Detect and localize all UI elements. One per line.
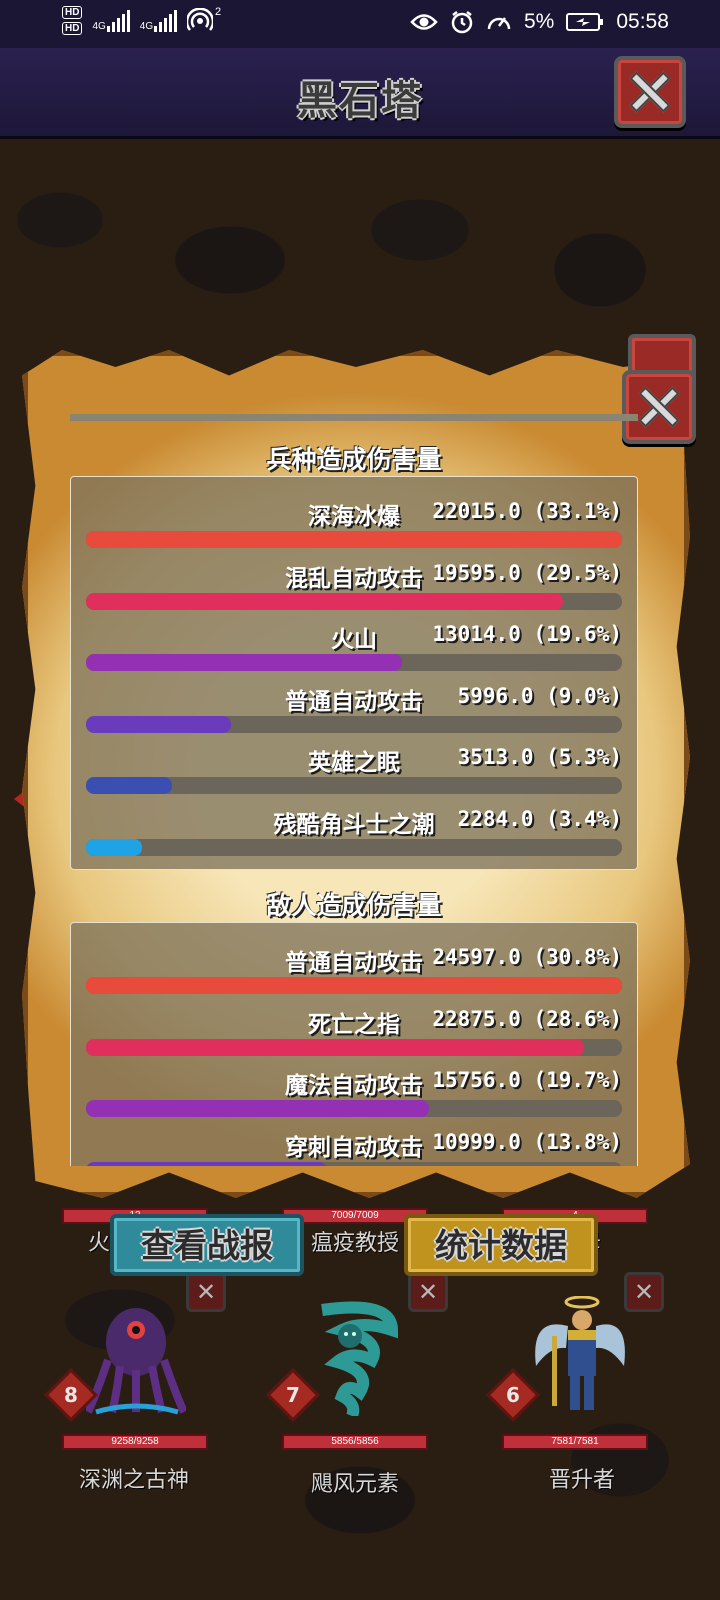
header-bar: 黑石塔 <box>0 48 720 139</box>
hd-badge-1: HD <box>62 6 83 19</box>
hero-2-hp: 5856/5856 <box>282 1434 428 1450</box>
hero-sprite-ascendant[interactable] <box>530 1295 630 1416</box>
enemy-damage-bar-fill <box>86 1038 585 1056</box>
hotspot-count: 2 <box>215 5 222 18</box>
enemy-damage-bar-track <box>86 977 622 994</box>
enemy-damage-bar-fill <box>86 977 622 994</box>
enemy-damage-panel: 普通自动攻击 24597.0 (30.8%) 死亡之指 22875.0 (28.6%)… <box>70 922 638 1166</box>
battery-percent: 5% <box>524 10 555 33</box>
enemy-damage-bar-track <box>86 1100 622 1117</box>
unit-damage-value: 22015.0 (33.1%) <box>432 499 622 523</box>
enemy-damage-bar-track <box>86 1161 622 1166</box>
enemy-damage-row: 普通自动攻击 24597.0 (30.8%) <box>86 943 622 1003</box>
remove-hero-2-button[interactable]: ✕ <box>408 1272 448 1312</box>
close-window-button[interactable] <box>614 56 686 128</box>
signal-bars-1-icon <box>106 9 130 32</box>
unit-damage-row: 混乱自动攻击 19595.0 (29.5%) <box>86 559 622 619</box>
enemy-damage-value: 10999.0 (13.8%) <box>432 1129 622 1154</box>
enemy-damage-title: 敌人造成伤害量 <box>266 891 442 920</box>
status-bar: HD HD 4G 4G 2 5% 05:58 <box>0 0 720 48</box>
hero-1-level: 8 <box>64 1383 78 1407</box>
battery-icon <box>566 13 604 31</box>
network-label-1: 4G <box>92 20 106 32</box>
unit-damage-bar-fill <box>86 531 622 548</box>
hero-2-name: 飓风元素 <box>310 1472 399 1497</box>
hotspot-icon: 2 <box>185 6 221 34</box>
enemy-damage-bar-fill <box>86 1100 430 1117</box>
alarm-icon <box>451 11 473 34</box>
hero-3-hp: 7581/7581 <box>502 1434 648 1450</box>
eye-icon <box>410 14 438 30</box>
stats-scroll-area[interactable]: 兵种造成伤害量 深海冰爆 22015.0 (33.1%) 混乱自动攻击 19595.0… <box>70 414 638 1166</box>
close-icon: ✕ <box>195 1278 217 1306</box>
unit-damage-row: 深海冰爆 22015.0 (33.1%) <box>86 497 622 557</box>
hero-1-name: 深渊之古神 <box>78 1468 189 1493</box>
enemy-damage-value: 15756.0 (19.7%) <box>432 1068 622 1092</box>
close-icon <box>637 385 681 429</box>
unit-damage-bar-track <box>86 531 622 548</box>
unit-damage-bar-track <box>86 592 622 610</box>
enemy-damage-value: 24597.0 (30.8%) <box>432 945 622 969</box>
hero-2-level: 7 <box>286 1383 300 1407</box>
unit-damage-bar-fill <box>86 592 564 610</box>
speedometer-icon <box>487 17 511 30</box>
unit-damage-row: 火山 13014.0 (19.6%) <box>86 620 622 680</box>
unit-damage-bar-fill <box>86 654 403 671</box>
hero-sprite-hurricane-elemental[interactable] <box>302 1300 408 1419</box>
unit-damage-title: 兵种造成伤害量 <box>266 445 442 474</box>
signal-1: 4G <box>92 9 130 32</box>
hd-indicators: HD HD <box>62 6 83 35</box>
clock: 05:58 <box>616 10 669 33</box>
close-icon: ✕ <box>417 1278 439 1306</box>
unit-damage-bar-track <box>86 715 622 733</box>
close-icon <box>628 70 672 114</box>
unit-damage-row: 普通自动攻击 5996.0 (9.0%) <box>86 682 622 742</box>
status-left: HD HD 4G 4G 2 <box>62 6 221 35</box>
status-right: 5% 05:58 <box>410 10 669 34</box>
unit-damage-bar-fill <box>86 838 143 856</box>
unit-damage-value: 3513.0 (5.3%) <box>457 745 622 769</box>
hero-3-name: 晋升者 <box>548 1468 615 1493</box>
hd-badge-2: HD <box>62 22 83 35</box>
unit-damage-row: 英雄之眠 3513.0 (5.3%) <box>86 743 622 803</box>
hero-3-level: 6 <box>506 1383 520 1407</box>
enemy-damage-bar-fill <box>86 1161 328 1166</box>
unit-damage-bar-track <box>86 838 622 856</box>
enemy-damage-row: 死亡之指 22875.0 (28.6%) <box>86 1005 622 1065</box>
enemy-damage-row: 魔法自动攻击 15756.0 (19.7%) <box>86 1066 622 1126</box>
enemy-damage-bar-track <box>86 1038 622 1056</box>
hero-sprite-ancient-god[interactable] <box>84 1300 188 1416</box>
unit-damage-panel: 深海冰爆 22015.0 (33.1%) 混乱自动攻击 19595.0 (29.5%)… <box>70 476 638 870</box>
unit-damage-bar-track <box>86 777 622 794</box>
remove-hero-1-button[interactable]: ✕ <box>186 1272 226 1312</box>
network-label-2: 4G <box>139 20 154 32</box>
battle-report-button[interactable]: 查看战报 <box>110 1214 304 1276</box>
statistics-button[interactable]: 统计数据 <box>404 1214 598 1276</box>
close-icon: ✕ <box>633 1278 655 1306</box>
hero-1-hp: 9258/9258 <box>62 1434 208 1450</box>
enemy-damage-row: 穿刺自动攻击 10999.0 (13.8%) <box>86 1128 622 1166</box>
unit-damage-bar-fill <box>86 715 231 733</box>
unit-damage-bar-fill <box>86 777 172 794</box>
unit-damage-value: 19595.0 (29.5%) <box>432 560 622 585</box>
unit-damage-bar-track <box>86 654 622 671</box>
unit-damage-value: 5996.0 (9.0%) <box>457 683 622 708</box>
unit-damage-row: 残酷角斗士之潮 2284.0 (3.4%) <box>86 805 622 865</box>
unit-damage-value: 2284.0 (3.4%) <box>457 806 622 831</box>
enemy-damage-value: 22875.0 (28.6%) <box>432 1006 622 1031</box>
page-title: 黑石塔 <box>297 78 423 124</box>
unit-damage-value: 13014.0 (19.6%) <box>432 622 622 646</box>
remove-hero-3-button[interactable]: ✕ <box>624 1272 664 1312</box>
signal-bars-2-icon <box>154 9 178 32</box>
signal-2: 4G <box>139 9 178 32</box>
divider <box>70 414 638 421</box>
